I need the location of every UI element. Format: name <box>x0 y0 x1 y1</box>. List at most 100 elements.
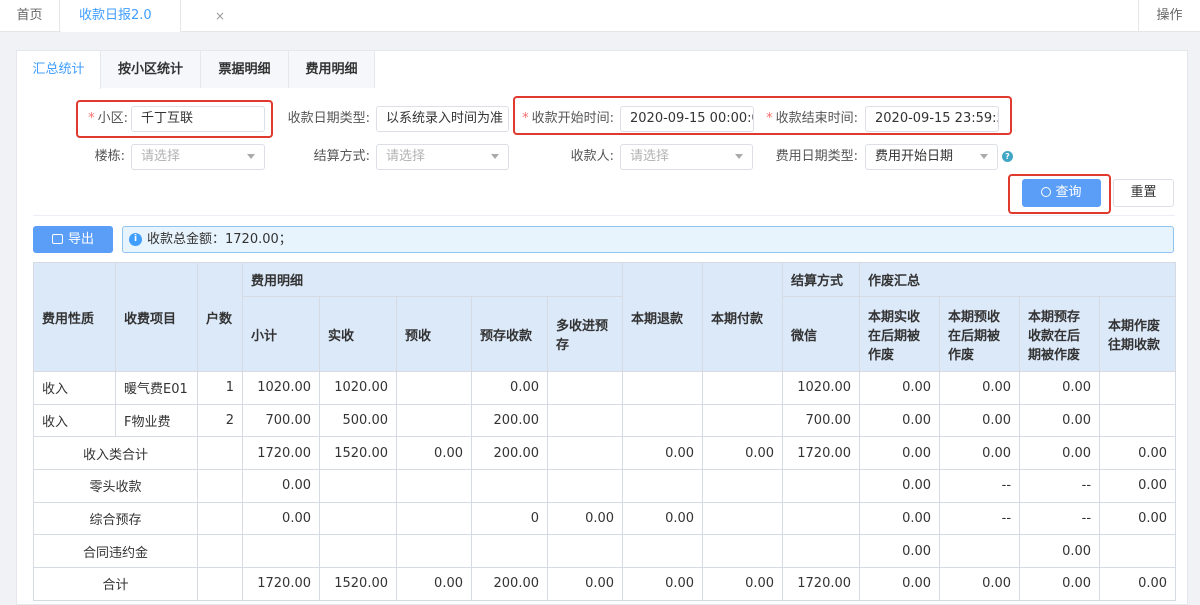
table-cell <box>319 469 397 503</box>
summary-table: 费用性质 收费项目 户数 费用明细 本期退款 本期付款 结算方式 作废汇总 小计… <box>33 262 1177 601</box>
table-cell: 0.00 <box>622 501 704 536</box>
summary-row: 收入类合计 1720.00 1520.00 0.00 200.00 0.00 0.00 172… <box>33 436 1177 471</box>
table-cell <box>702 403 784 438</box>
tab-daily-report[interactable]: 收款日报2.0 × <box>61 0 225 32</box>
table-cell <box>197 469 243 503</box>
table-cell: 0.00 <box>939 371 1021 405</box>
table-cell <box>396 501 472 536</box>
table-cell: 0.00 <box>1019 436 1101 471</box>
chevron-down-icon <box>980 154 988 159</box>
payee-label: 收款人: <box>570 149 614 164</box>
table-row: 收入 F物业费 2 700.00 500.00 200.00 700.00 0.00 0.00 0… <box>33 403 1177 438</box>
summary-row: 合同违约金 0.00 0.00 <box>33 534 1177 569</box>
table-cell <box>396 534 472 569</box>
tab-summary[interactable]: 汇总统计 <box>16 50 101 89</box>
export-button[interactable]: 导出 <box>33 226 113 253</box>
chevron-down-icon <box>735 154 743 159</box>
summary-row-label: 综合预存 <box>33 501 198 536</box>
table-cell <box>197 534 243 569</box>
table-cell: 0.00 <box>1099 501 1177 536</box>
table-cell: 0.00 <box>546 501 624 536</box>
summary-row-label: 合同违约金 <box>33 534 198 569</box>
table-cell <box>782 501 861 536</box>
highlight-time-range <box>513 96 1012 135</box>
table-cell: 0 <box>471 501 548 536</box>
header-item: 收费项目 <box>115 262 198 372</box>
operations-menu[interactable]: 操作 <box>1138 0 1200 32</box>
tab-fee-detail[interactable]: 费用明细 <box>288 50 375 88</box>
header-wechat: 微信 <box>782 296 861 372</box>
table-cell: 0.00 <box>939 436 1021 471</box>
info-icon: i <box>129 233 142 246</box>
table-cell: 0.00 <box>859 436 941 471</box>
tab-by-community[interactable]: 按小区统计 <box>100 50 201 88</box>
table-cell: 1020.00 <box>242 371 320 405</box>
header-actual: 实收 <box>319 296 397 372</box>
table-cell <box>702 371 784 405</box>
settle-select[interactable]: 请选择 <box>376 144 509 170</box>
header-void-2: 本期预收在后期被作废 <box>939 296 1021 372</box>
header-settle: 结算方式 <box>782 262 861 297</box>
table-body: 收入 暖气费E01 1 1020.00 1020.00 0.00 1020.00 0.00 0.… <box>33 371 1177 601</box>
table-cell: 700.00 <box>242 403 320 438</box>
table-cell: 0.00 <box>1099 567 1177 601</box>
tab-receipt-detail[interactable]: 票据明细 <box>200 50 289 88</box>
table-cell: 0.00 <box>396 436 472 471</box>
close-icon[interactable]: × <box>215 0 225 32</box>
table-cell <box>546 436 624 471</box>
table-cell: 700.00 <box>782 403 861 438</box>
building-select[interactable]: 请选择 <box>131 144 265 170</box>
table-cell: 0.00 <box>1019 534 1101 569</box>
table-cell: 0.00 <box>471 371 548 405</box>
table-cell: 1020.00 <box>319 371 397 405</box>
table-cell <box>471 469 548 503</box>
table-cell: 1720.00 <box>242 567 320 601</box>
chevron-down-icon <box>491 154 499 159</box>
table-cell <box>396 371 472 405</box>
tab-home[interactable]: 首页 <box>0 0 60 32</box>
table-cell: 暖气费E01 <box>115 371 198 405</box>
table-cell: -- <box>1019 501 1101 536</box>
table-cell <box>702 469 784 503</box>
date-type-label: 收款日期类型: <box>287 111 370 126</box>
reset-button[interactable]: 重置 <box>1113 179 1174 207</box>
table-cell <box>622 403 704 438</box>
table-cell: 0.00 <box>859 501 941 536</box>
header-refund: 本期退款 <box>622 262 704 372</box>
divider <box>33 215 1175 216</box>
table-row: 收入 暖气费E01 1 1020.00 1020.00 0.00 1020.00 0.00 0.… <box>33 371 1177 405</box>
table-cell: 1720.00 <box>782 436 861 471</box>
header-households: 户数 <box>197 262 243 372</box>
table-cell: 0.00 <box>242 501 320 536</box>
table-cell: 1020.00 <box>782 371 861 405</box>
help-icon[interactable]: ? <box>1002 151 1013 162</box>
date-type-select[interactable]: 以系统录入时间为准 <box>376 106 509 132</box>
header-subtotal: 小计 <box>242 296 320 372</box>
table-cell: 0.00 <box>1099 436 1177 471</box>
header-payout: 本期付款 <box>702 262 784 372</box>
table-cell <box>396 469 472 503</box>
table-cell: 0.00 <box>1019 403 1101 438</box>
table-cell <box>319 501 397 536</box>
table-cell: 0.00 <box>1019 567 1101 601</box>
table-cell <box>396 403 472 438</box>
table-cell: 500.00 <box>319 403 397 438</box>
table-cell: 0.00 <box>939 567 1021 601</box>
table-cell: 0.00 <box>859 403 941 438</box>
payee-select[interactable]: 请选择 <box>620 144 753 170</box>
header-nature: 费用性质 <box>33 262 116 372</box>
table-cell: F物业费 <box>115 403 198 438</box>
tab-daily-report-label: 收款日报2.0 <box>79 8 152 23</box>
chevron-down-icon <box>247 154 255 159</box>
table-cell <box>622 534 704 569</box>
summary-row: 综合预存 0.00 0 0.00 0.00 0.00 -- -- 0.00 <box>33 501 1177 536</box>
table-cell: 2 <box>197 403 243 438</box>
table-cell: 1720.00 <box>242 436 320 471</box>
table-cell: 0.00 <box>546 567 624 601</box>
table-cell: 0.00 <box>396 567 472 601</box>
table-cell: 0.00 <box>859 371 941 405</box>
fee-date-type-select[interactable]: 费用开始日期 <box>865 144 998 170</box>
table-cell: 0.00 <box>859 567 941 601</box>
table-cell <box>197 436 243 471</box>
header-void-1: 本期实收在后期被作废 <box>859 296 941 372</box>
